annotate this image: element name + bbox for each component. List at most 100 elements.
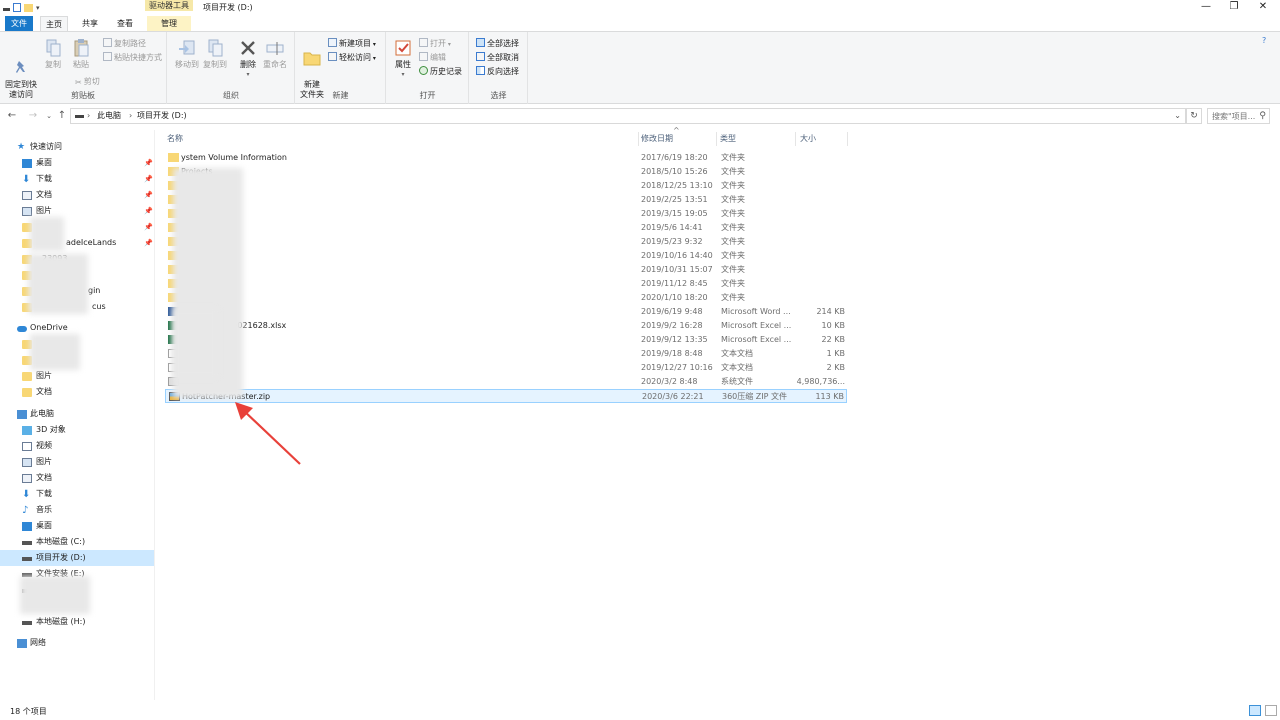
file-row[interactable]: 2019/6/19 9:48 Microsoft Word ... 214 KB [165, 305, 847, 319]
tab-file[interactable]: 文件 [5, 16, 33, 31]
nav-drive-c[interactable]: 本地磁盘 (C:) [0, 534, 154, 550]
app-icon[interactable] [3, 8, 10, 11]
back-arrow-icon[interactable]: ← [6, 109, 18, 123]
delete-dropdown-icon[interactable]: ▾ [233, 70, 263, 80]
copy-path-button[interactable]: 复制路径 [103, 38, 146, 50]
file-row[interactable]: A2019/10/31 15:07 文件夹 [165, 263, 847, 277]
file-row[interactable]: e2019/5/23 9:32 文件夹 [165, 235, 847, 249]
search-input[interactable] [1212, 111, 1258, 122]
copy-button[interactable]: 复制 [38, 36, 68, 70]
recent-locations-chevron-icon[interactable]: ⌄ [43, 109, 55, 123]
nav-pc-documents[interactable]: 文档 [0, 470, 154, 486]
breadcrumb-drive-d[interactable]: 项目开发 (D:) [137, 109, 187, 123]
nav-pc-desktop[interactable]: 桌面 [0, 518, 154, 534]
paste-shortcut-button[interactable]: 粘贴快捷方式 [103, 52, 162, 64]
file-row[interactable]: ojects2019/5/6 14:41 文件夹 [165, 221, 847, 235]
pin-icon[interactable]: 📌 [144, 155, 153, 171]
nav-this-pc[interactable]: 此电脑 [0, 406, 154, 422]
pin-icon[interactable]: 📌 [144, 171, 153, 187]
address-dropdown-icon[interactable]: ⌄ [1174, 109, 1181, 123]
folder-qat-icon[interactable] [24, 3, 33, 12]
file-row[interactable]: Project2018/12/25 13:10 文件夹 [165, 179, 847, 193]
copy-to-button[interactable]: 复制到 [200, 36, 230, 70]
pin-icon[interactable]: 📌 [144, 235, 153, 251]
file-row[interactable]: 2019/9/18 8:48 文本文档 1 KB [165, 347, 847, 361]
easy-access-button[interactable]: 轻松访问 ▾ [328, 52, 376, 64]
file-row[interactable]: n_Doc2019/10/16 14:40 文件夹 [165, 249, 847, 263]
new-item-button[interactable]: 新建项目 ▾ [328, 38, 376, 50]
paste-button[interactable]: 粘贴 [66, 36, 96, 70]
nav-pc-downloads[interactable]: ⬇ 下载 [0, 486, 154, 502]
large-icons-view-icon[interactable] [1265, 705, 1277, 716]
pin-icon[interactable]: 📌 [144, 219, 153, 235]
nav-videos[interactable]: 视频 [0, 438, 154, 454]
nav-pc-pictures[interactable]: 图片 [0, 454, 154, 470]
open-button[interactable]: 打开 ▾ [419, 38, 451, 50]
file-row[interactable]: Projects2018/5/10 15:26 文件夹 [165, 165, 847, 179]
breadcrumb-separator-icon[interactable]: › [87, 109, 90, 123]
nav-music[interactable]: ♪ 音乐 [0, 502, 154, 518]
pin-icon[interactable]: 📌 [144, 187, 153, 203]
file-row[interactable]: ppBug201909021628.xlsx2019/9/2 16:28 Micr… [165, 319, 847, 333]
select-none-button[interactable]: 全部取消 [476, 52, 519, 64]
properties-button[interactable]: 属性 ▾ [388, 36, 418, 80]
nav-downloads[interactable]: ⬇ 下载 📌 [0, 171, 154, 187]
select-all-button[interactable]: 全部选择 [476, 38, 519, 50]
up-arrow-icon[interactable]: ↑ [56, 109, 68, 123]
file-row[interactable]: _Project2019/2/25 13:51 文件夹 [165, 193, 847, 207]
move-to-button[interactable]: 移动到 [172, 36, 202, 70]
restore-button[interactable]: ❐ [1220, 0, 1248, 14]
file-row[interactable]: E.BIN2019/3/15 19:05 文件夹 [165, 207, 847, 221]
nav-pinned-folder[interactable]: 📌 [0, 219, 154, 235]
close-button[interactable]: ✕ [1249, 0, 1277, 14]
file-row[interactable]: 2019/9/12 13:35 Microsoft Excel ... 22 KB [165, 333, 847, 347]
file-row[interactable]: Doc2019/11/12 8:45 文件夹 [165, 277, 847, 291]
help-icon[interactable]: ? [1262, 36, 1266, 45]
refresh-icon[interactable]: ↻ [1186, 108, 1202, 124]
tab-manage[interactable]: 管理 [147, 16, 191, 31]
search-box[interactable]: ⚲ [1207, 108, 1270, 124]
details-view-icon[interactable] [1249, 705, 1261, 716]
invert-selection-button[interactable]: 反向选择 [476, 66, 519, 78]
cut-button[interactable]: ✂ 剪切 [75, 76, 100, 88]
tab-home[interactable]: 主页 [40, 16, 68, 31]
nav-3d-objects[interactable]: 3D 对象 [0, 422, 154, 438]
file-row[interactable]: sys2020/3/2 8:48 系统文件 4,980,736... [165, 375, 847, 389]
file-date: 2020/3/6 22:21 [642, 392, 704, 401]
breadcrumb-this-pc[interactable]: 此电脑 [97, 109, 121, 123]
history-button[interactable]: 历史记录 [419, 66, 462, 78]
nav-drive-h[interactable]: 本地磁盘 (H:) [0, 614, 154, 630]
minimize-button[interactable]: — [1192, 0, 1220, 14]
nav-quick-access[interactable]: ★ 快速访问 [0, 139, 154, 155]
tab-share[interactable]: 共享 [76, 16, 104, 31]
column-header-date[interactable]: 修改日期 [637, 132, 717, 146]
properties-label: 属性 [395, 60, 411, 69]
delete-button[interactable]: 删除 ▾ [233, 36, 263, 80]
column-header-name[interactable]: 名称 [163, 132, 639, 146]
nav-onedrive-pictures[interactable]: 图片 [0, 368, 154, 384]
column-header-size[interactable]: 大小 [796, 132, 848, 146]
nav-documents[interactable]: 文档 📌 [0, 187, 154, 203]
file-row[interactable]: 192020/1/10 18:20 文件夹 [165, 291, 847, 305]
edit-button[interactable]: 编辑 [419, 52, 446, 64]
select-all-icon [476, 38, 485, 47]
nav-onedrive-documents[interactable]: 文档 [0, 384, 154, 400]
address-field[interactable]: › 此电脑 › 项目开发 (D:) ⌄ [70, 108, 1186, 124]
forward-arrow-icon[interactable]: → [27, 109, 39, 123]
file-row[interactable]: (2).txt2019/12/27 10:16 文本文档 2 KB [165, 361, 847, 375]
nav-network[interactable]: 网络 [0, 635, 154, 651]
nav-drive-d[interactable]: 项目开发 (D:) [0, 550, 154, 566]
file-row[interactable]: ystem Volume Information 2017/6/19 18:20 文… [165, 151, 847, 165]
rename-button[interactable]: 重命名 [260, 36, 290, 70]
tab-view[interactable]: 查看 [111, 16, 139, 31]
properties-dropdown-icon[interactable]: ▾ [388, 70, 418, 80]
properties-qat-icon[interactable] [13, 3, 21, 12]
paste-shortcut-label: 粘贴快捷方式 [114, 53, 162, 62]
breadcrumb-separator-icon[interactable]: › [129, 109, 132, 123]
qat-dropdown-icon[interactable]: ▾ [36, 3, 42, 13]
nav-pinned-folder[interactable]: adeIceLands 📌 [0, 235, 154, 251]
pin-icon[interactable]: 📌 [144, 203, 153, 219]
column-header-type[interactable]: 类型 [716, 132, 796, 146]
nav-pictures[interactable]: 图片 📌 [0, 203, 154, 219]
nav-desktop[interactable]: 桌面 📌 [0, 155, 154, 171]
